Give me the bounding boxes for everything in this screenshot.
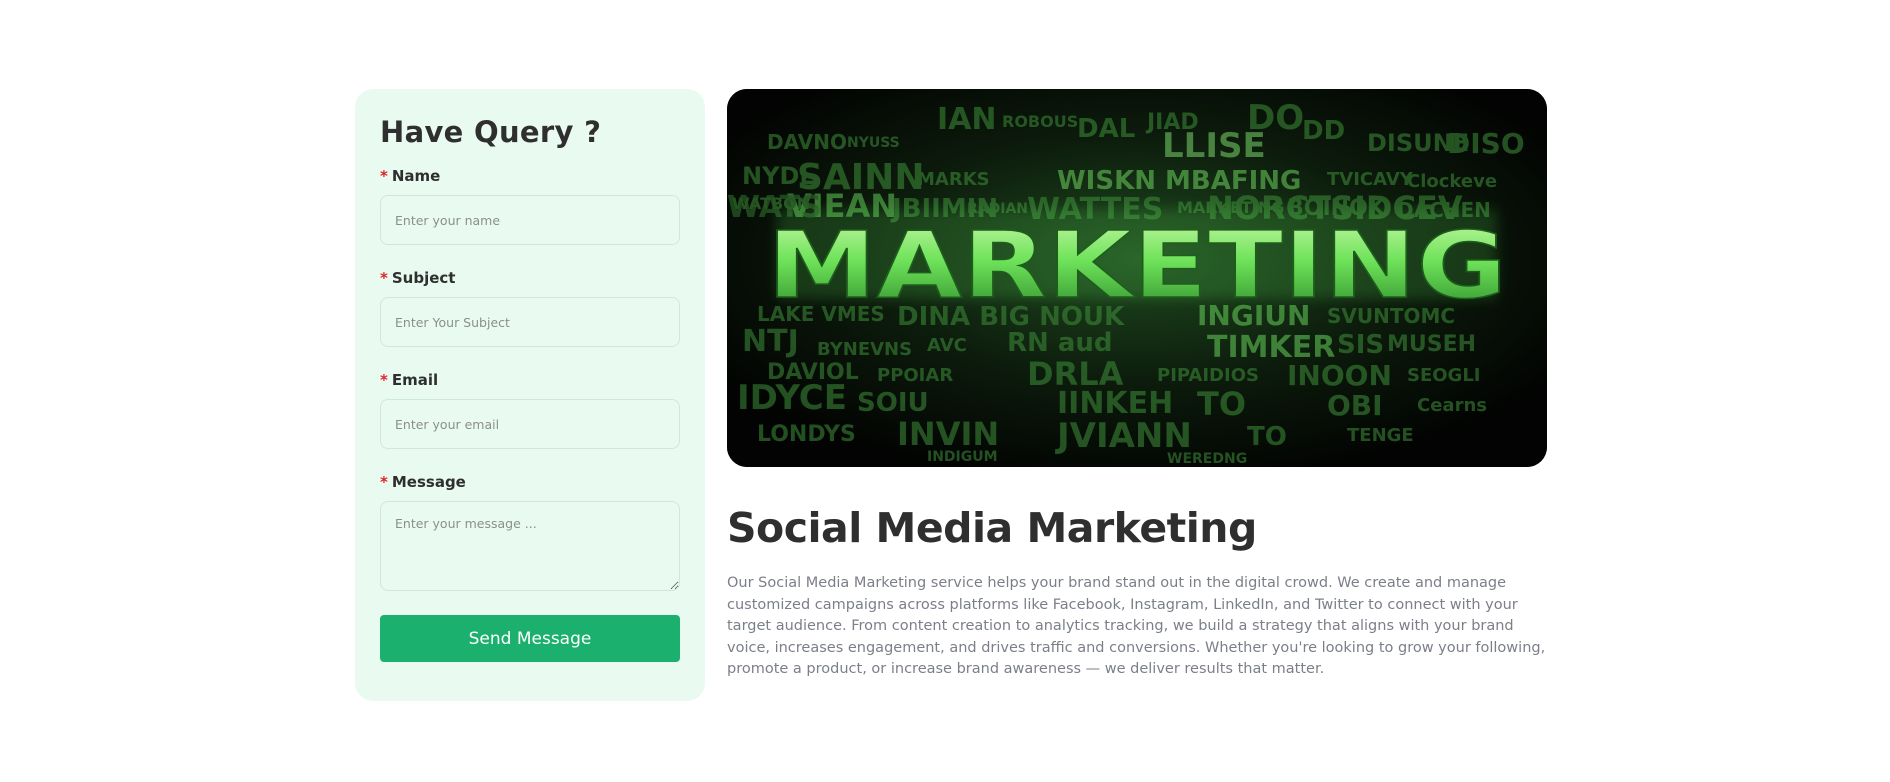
- svg-text:NYUSS: NYUSS: [847, 135, 900, 151]
- svg-text:TO: TO: [1247, 422, 1287, 452]
- svg-text:SEOGLI: SEOGLI: [1407, 365, 1481, 386]
- svg-text:LLISE: LLISE: [1162, 126, 1266, 166]
- marketing-banner-image: IAN ROBOUS DAL JIAD DO DD DAVNO NYUSS LL…: [727, 89, 1547, 467]
- svg-text:NTJ: NTJ: [742, 324, 799, 359]
- svg-text:DD: DD: [1302, 116, 1345, 146]
- svg-text:DAL: DAL: [1077, 114, 1135, 144]
- banner-graphic: IAN ROBOUS DAL JIAD DO DD DAVNO NYUSS LL…: [727, 89, 1547, 467]
- svg-text:INVIN: INVIN: [897, 415, 999, 453]
- email-field-group: * Email: [380, 371, 680, 449]
- svg-text:WEREDNG: WEREDNG: [1167, 451, 1247, 467]
- svg-text:MUSEH: MUSEH: [1387, 332, 1476, 357]
- svg-text:RN aud: RN aud: [1007, 328, 1113, 358]
- svg-text:TENGE: TENGE: [1347, 425, 1414, 446]
- message-textarea[interactable]: [380, 501, 680, 591]
- svg-text:PPOIAR: PPOIAR: [877, 365, 953, 386]
- svg-text:JVIANN: JVIANN: [1055, 416, 1192, 456]
- svg-text:LONDYS: LONDYS: [757, 422, 856, 447]
- article-title: Social Media Marketing: [727, 504, 1257, 552]
- svg-text:IDYCE: IDYCE: [737, 378, 847, 418]
- send-message-button[interactable]: Send Message: [380, 615, 680, 662]
- svg-text:SOIU: SOIU: [857, 388, 929, 418]
- subject-label-text: Subject: [391, 269, 456, 287]
- subject-input[interactable]: [380, 297, 680, 347]
- name-input[interactable]: [380, 195, 680, 245]
- email-input[interactable]: [380, 399, 680, 449]
- name-label-text: Name: [391, 167, 441, 185]
- svg-text:TO: TO: [1197, 385, 1246, 423]
- svg-text:DISO: DISO: [1447, 127, 1525, 160]
- svg-text:SIS: SIS: [1337, 330, 1384, 360]
- message-label: * Message: [380, 473, 680, 491]
- svg-text:Cearns: Cearns: [1417, 395, 1487, 416]
- svg-text:OBI: OBI: [1327, 389, 1383, 422]
- name-field-group: * Name: [380, 167, 680, 245]
- email-label: * Email: [380, 371, 680, 389]
- svg-text:ROBOUS: ROBOUS: [1002, 112, 1078, 131]
- banner-headline: MARKETING: [767, 212, 1507, 319]
- name-label: * Name: [380, 167, 680, 185]
- required-marker: *: [380, 473, 388, 491]
- required-marker: *: [380, 371, 388, 389]
- subject-field-group: * Subject: [380, 269, 680, 347]
- page: Have Query ? *Name *Subject *Email *Mess…: [0, 0, 1890, 782]
- email-label-text: Email: [391, 371, 439, 389]
- svg-text:DAVNO: DAVNO: [767, 130, 847, 154]
- svg-text:PIPAIDIOS: PIPAIDIOS: [1157, 365, 1259, 386]
- query-form-title: Have Query ?: [380, 115, 602, 149]
- article-body: Our Social Media Marketing service helps…: [727, 575, 1546, 678]
- svg-text:AVC: AVC: [927, 335, 967, 356]
- svg-text:TVICAVY: TVICAVY: [1327, 169, 1414, 190]
- svg-text:BYNEVNS: BYNEVNS: [817, 339, 912, 360]
- subject-label: * Subject: [380, 269, 680, 287]
- message-field-group: * Message: [380, 473, 680, 591]
- required-marker: *: [380, 269, 388, 287]
- svg-text:INOON: INOON: [1287, 359, 1392, 392]
- query-form-card: Have Query ? *Name *Subject *Email *Mess…: [355, 89, 705, 701]
- required-marker: *: [380, 167, 388, 185]
- svg-text:IAN: IAN: [937, 102, 997, 137]
- svg-text:INDIGUM: INDIGUM: [927, 449, 998, 465]
- message-label-text: Message: [391, 473, 466, 491]
- svg-text:MARKS: MARKS: [917, 169, 990, 190]
